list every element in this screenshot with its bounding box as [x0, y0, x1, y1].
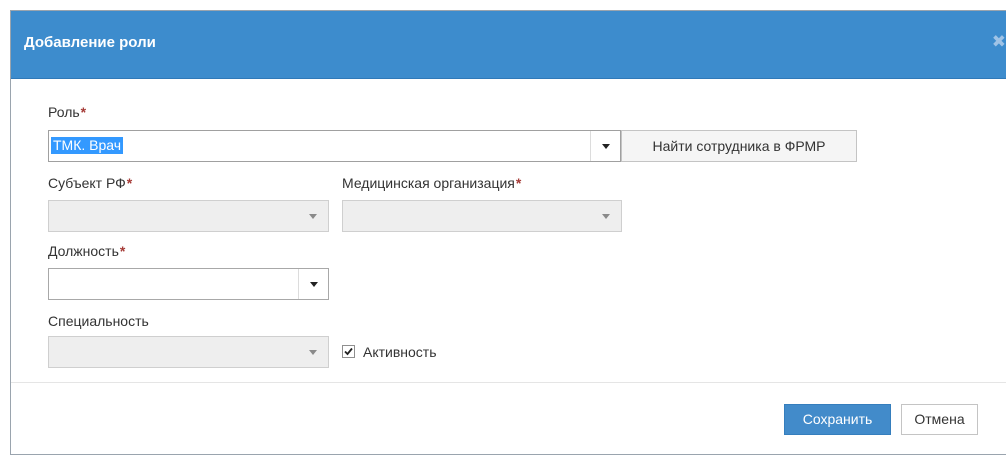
subject-label: Субъект РФ*	[48, 175, 132, 191]
close-icon[interactable]: ✖	[992, 32, 1006, 52]
position-dropdown-button[interactable]	[298, 269, 328, 299]
checkmark-icon	[344, 347, 353, 356]
active-checkbox[interactable]	[342, 345, 355, 358]
chevron-down-icon	[602, 144, 610, 149]
add-role-dialog: Добавление роли ✖ Роль* ТМК. Врач Найти …	[10, 10, 1006, 455]
role-label-text: Роль	[48, 104, 80, 120]
dialog-title: Добавление роли	[24, 34, 156, 51]
role-label: Роль*	[48, 104, 86, 120]
footer-divider	[11, 382, 1006, 383]
active-label: Активность	[363, 344, 437, 360]
find-employee-button[interactable]: Найти сотрудника в ФРМР	[621, 130, 857, 162]
med-org-label: Медицинская организация*	[342, 175, 521, 191]
med-org-dropdown-button[interactable]	[591, 201, 621, 231]
position-label-text: Должность	[48, 243, 119, 259]
role-select-value: ТМК. Врач	[51, 137, 124, 154]
specialty-select[interactable]	[48, 336, 329, 368]
role-dropdown-button[interactable]	[590, 131, 620, 161]
chevron-down-icon	[602, 214, 610, 219]
subject-select[interactable]	[48, 200, 329, 232]
role-select[interactable]: ТМК. Врач	[48, 130, 621, 162]
chevron-down-icon	[309, 214, 317, 219]
required-marker: *	[119, 243, 126, 259]
required-marker: *	[126, 175, 133, 191]
subject-dropdown-button[interactable]	[298, 201, 328, 231]
save-button[interactable]: Сохранить	[784, 404, 891, 435]
required-marker: *	[515, 175, 522, 191]
specialty-dropdown-button[interactable]	[298, 337, 328, 367]
subject-label-text: Субъект РФ	[48, 175, 126, 191]
specialty-label-text: Специальность	[48, 313, 149, 329]
med-org-select[interactable]	[342, 200, 622, 232]
specialty-label: Специальность	[48, 313, 149, 329]
position-label: Должность*	[48, 243, 125, 259]
chevron-down-icon	[309, 350, 317, 355]
position-select[interactable]	[48, 268, 329, 300]
dialog-header: Добавление роли ✖	[11, 11, 1006, 79]
med-org-label-text: Медицинская организация	[342, 175, 515, 191]
cancel-button[interactable]: Отмена	[901, 404, 978, 435]
chevron-down-icon	[310, 282, 318, 287]
required-marker: *	[80, 104, 87, 120]
